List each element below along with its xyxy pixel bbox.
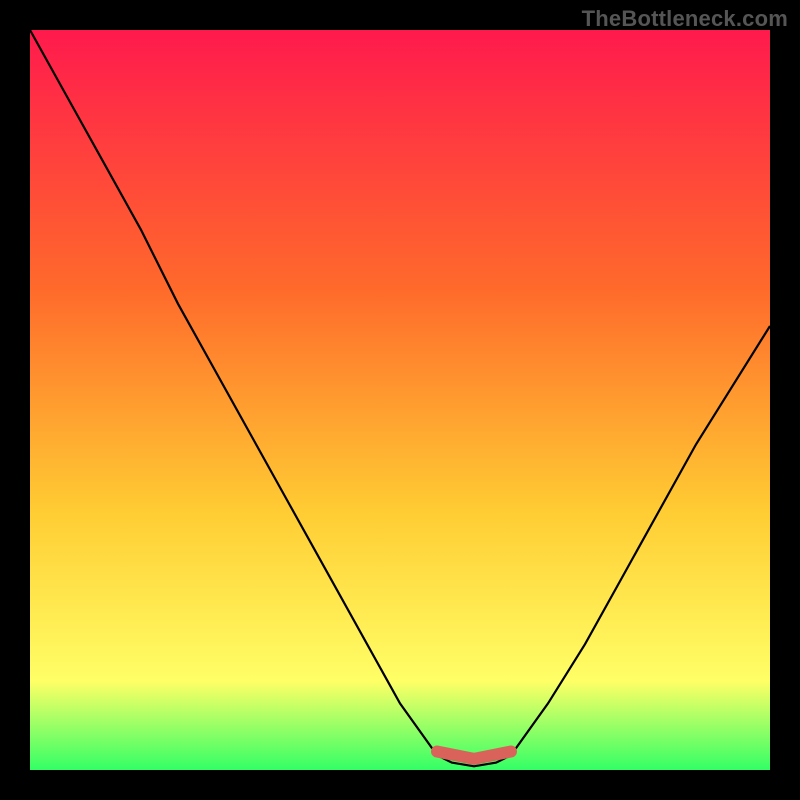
chart-frame: TheBottleneck.com: [0, 0, 800, 800]
gradient-background: [30, 30, 770, 770]
watermark-text: TheBottleneck.com: [582, 6, 788, 32]
bottleneck-chart: [30, 30, 770, 770]
plot-area: [30, 30, 770, 770]
